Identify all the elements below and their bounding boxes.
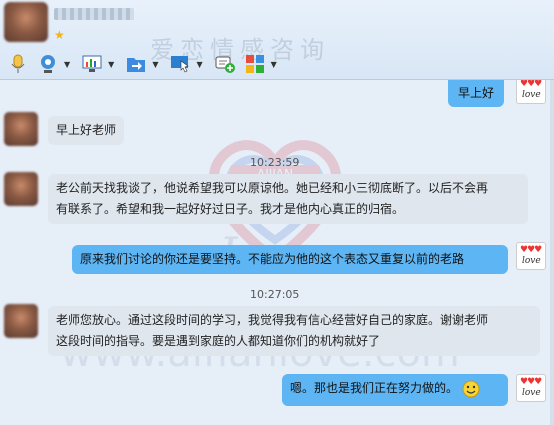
contact-name-blurred: [54, 8, 134, 20]
avatar-word: love: [522, 90, 541, 100]
chevron-down-icon[interactable]: ▼: [152, 60, 158, 69]
screen-share-icon[interactable]: [78, 51, 106, 77]
message-text: 早上好老师: [56, 123, 117, 137]
file-transfer-icon[interactable]: [122, 51, 150, 77]
timestamp: 10:27:05: [250, 288, 300, 301]
message-self[interactable]: 嗯。那也是我们正在努力做的。: [282, 374, 508, 406]
remote-assist-icon[interactable]: [166, 51, 194, 77]
contact-avatar[interactable]: [4, 304, 38, 338]
message-self[interactable]: 早上好: [448, 80, 505, 107]
chevron-down-icon[interactable]: ▼: [196, 60, 202, 69]
message-other[interactable]: 老公前天找我谈了，他说希望我可以原谅他。她已经和小三彻底断了。以后不会再 有联系…: [48, 174, 528, 224]
apps-grid-icon[interactable]: [241, 51, 269, 77]
chat-header: ★ 爱恋情感咨询 ▼ ▼ ▼ ▼ ▼: [0, 0, 554, 80]
message-text-line: 老师您放心。通过这段时间的学习，我觉得我有信心经营好自己的家庭。谢谢老师: [56, 313, 489, 327]
video-camera-icon[interactable]: [34, 51, 62, 77]
smiley-emoji-icon: [462, 380, 480, 397]
scrollbar[interactable]: [550, 80, 554, 425]
message-other[interactable]: 早上好老师: [48, 116, 125, 145]
chevron-down-icon[interactable]: ▼: [108, 60, 114, 69]
add-app-icon[interactable]: [211, 51, 239, 77]
avatar-word: love: [522, 256, 541, 266]
message-text: 原来我们讨论的你还是要坚持。不能应为他的这个表态又重复以前的老路: [80, 252, 465, 266]
star-icon: ★: [54, 28, 65, 42]
hearts-icon: ♥♥♥: [520, 80, 542, 89]
self-avatar[interactable]: ♥♥♥ love: [516, 242, 546, 270]
microphone-icon[interactable]: [4, 51, 32, 77]
message-other[interactable]: 老师您放心。通过这段时间的学习，我觉得我有信心经营好自己的家庭。谢谢老师 这段时…: [48, 306, 540, 356]
hearts-icon: ♥♥♥: [520, 245, 542, 255]
message-list[interactable]: AIJIAN Love www.aifianlove.com 早上好 ♥♥♥ l…: [0, 80, 554, 425]
chevron-down-icon[interactable]: ▼: [271, 60, 277, 69]
self-avatar[interactable]: ♥♥♥ love: [516, 374, 546, 402]
message-text: 早上好: [458, 86, 495, 100]
contact-avatar[interactable]: [4, 2, 48, 42]
self-avatar[interactable]: ♥♥♥ love: [516, 80, 546, 104]
chat-toolbar: ▼ ▼ ▼ ▼ ▼: [4, 50, 285, 78]
message-text-line: 老公前天找我谈了，他说希望我可以原谅他。她已经和小三彻底断了。以后不会再: [56, 181, 489, 195]
contact-avatar[interactable]: [4, 112, 38, 146]
timestamp: 10:23:59: [250, 156, 300, 169]
message-text-line: 有联系了。希望和我一起好好过日子。我才是他内心真正的归宿。: [56, 202, 405, 216]
message-text: 嗯。那也是我们正在努力做的。: [290, 381, 459, 395]
avatar-word: love: [522, 388, 541, 398]
contact-avatar[interactable]: [4, 172, 38, 206]
message-text-line: 这段时间的指导。要是遇到家庭的人都知道你们的机构就好了: [56, 334, 381, 348]
message-self[interactable]: 原来我们讨论的你还是要坚持。不能应为他的这个表态又重复以前的老路: [72, 245, 508, 274]
chevron-down-icon[interactable]: ▼: [64, 60, 70, 69]
hearts-icon: ♥♥♥: [520, 377, 542, 387]
